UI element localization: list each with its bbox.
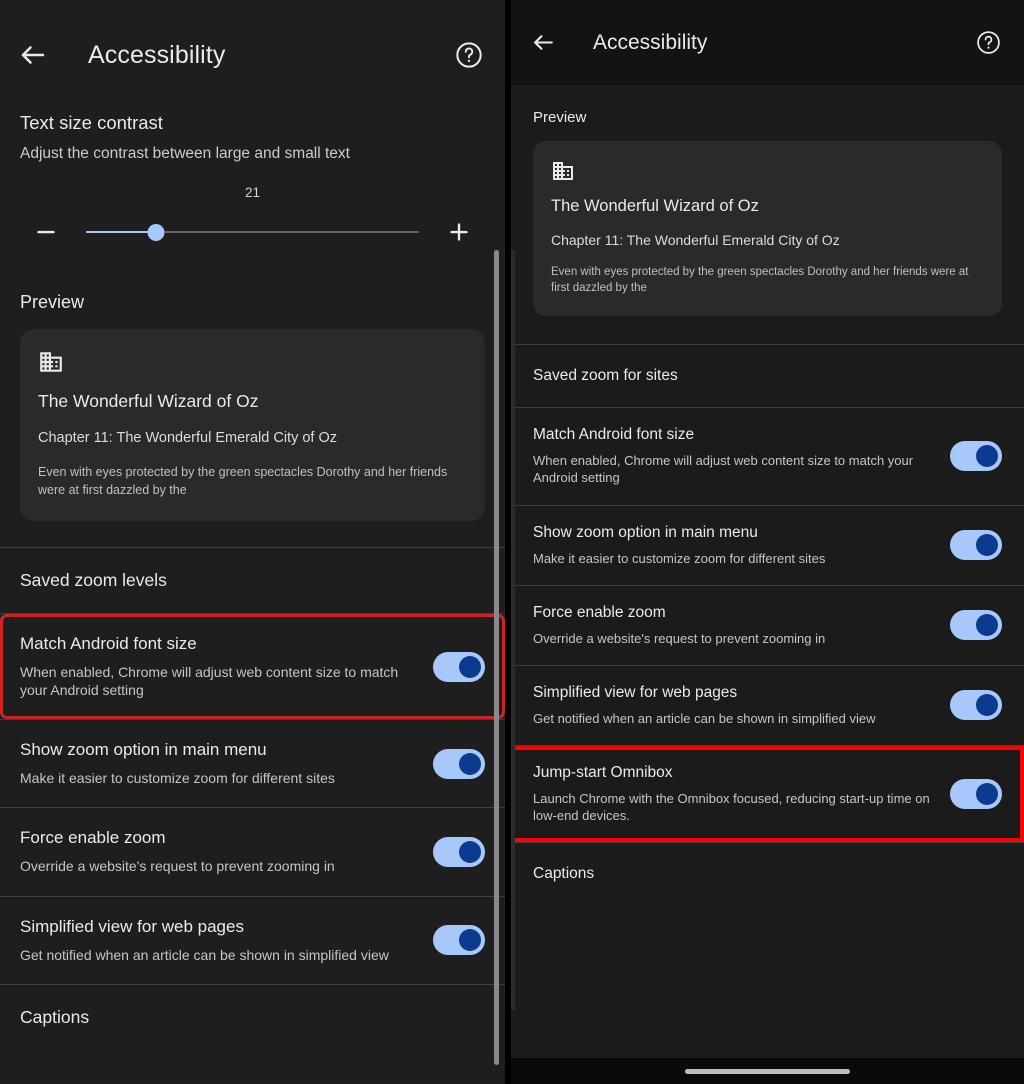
toggle-knob [976, 614, 998, 637]
page-title: Accessibility [88, 40, 226, 69]
help-circle-icon[interactable] [451, 41, 487, 69]
slider-thumb[interactable] [147, 223, 165, 241]
pref-title: Match Android font size [20, 633, 197, 653]
pref-summary: Get notified when an article can be show… [20, 946, 389, 963]
toggle-show-zoom-option[interactable] [433, 748, 485, 779]
text-size-contrast-title: Text size contrast [20, 112, 163, 133]
decrease-button[interactable] [28, 214, 64, 250]
toggle-knob [459, 655, 481, 678]
page-title: Accessibility [593, 30, 708, 54]
domain-building-icon [38, 349, 467, 375]
pref-text: Show zoom option in main menu Make it ea… [20, 740, 433, 787]
preview-card: The Wonderful Wizard of Oz Chapter 11: T… [20, 329, 485, 521]
toggle-knob [459, 752, 481, 775]
pref-row-simplified-view-for-web-pages[interactable]: Simplified view for web pages Get notifi… [0, 897, 505, 984]
pref-text: Force enable zoom Override a website's r… [533, 604, 950, 647]
preview-card-title: The Wonderful Wizard of Oz [551, 197, 759, 215]
toggle-match-android-font-size[interactable] [433, 651, 485, 682]
pref-title: Show zoom option in main menu [20, 740, 267, 760]
preview-card-body: Even with eyes protected by the green sp… [551, 266, 969, 295]
toggle-force-enable-zoom[interactable] [950, 610, 1002, 641]
help-circle-icon[interactable] [972, 30, 1004, 55]
toggle-simplified-view[interactable] [433, 925, 485, 956]
right-appbar: Accessibility [511, 0, 1024, 85]
domain-building-icon [551, 159, 984, 183]
right-panel-accessibility-settings: Accessibility Preview The Wonderful Wiza… [511, 0, 1024, 1084]
pref-text: Show zoom option in main menu Make it ea… [533, 524, 950, 567]
pref-row-simplified-view-for-web-pages[interactable]: Simplified view for web pages Get notifi… [511, 666, 1024, 745]
pref-title: Jump-start Omnibox [533, 763, 673, 781]
pref-title: Match Android font size [533, 426, 695, 444]
toggle-jump-start-omnibox[interactable] [950, 779, 1002, 810]
gesture-nav-pill[interactable] [685, 1068, 850, 1074]
toggle-knob [459, 929, 481, 952]
pref-title: Force enable zoom [20, 828, 166, 848]
captions-header: Captions [20, 1006, 90, 1027]
toggle-show-zoom-option[interactable] [950, 530, 1002, 561]
pref-row-show-zoom-option-in-main-menu[interactable]: Show zoom option in main menu Make it ea… [0, 720, 505, 807]
back-arrow-icon[interactable] [18, 40, 66, 70]
android-navigation-bar [511, 1058, 1024, 1084]
increase-button[interactable] [441, 214, 477, 250]
slider-value-label: 21 [244, 185, 261, 201]
preview-card-title: The Wonderful Wizard of Oz [38, 391, 259, 412]
toggle-force-enable-zoom[interactable] [433, 837, 485, 868]
slider-filled-track [86, 231, 156, 234]
text-size-contrast-section: Text size contrast Adjust the contrast b… [0, 110, 505, 547]
pref-text: Jump-start Omnibox Launch Chrome with th… [533, 764, 950, 824]
back-arrow-icon[interactable] [531, 30, 573, 55]
scrollbar-vertical[interactable] [494, 250, 499, 1065]
dual-screenshot-comparison: Accessibility Text size contrast Adjust … [0, 0, 1024, 1084]
pref-summary: Override a website's request to prevent … [20, 858, 335, 875]
text-size-contrast-summary: Adjust the contrast between large and sm… [20, 145, 350, 162]
pref-text: Force enable zoom Override a website's r… [20, 828, 433, 875]
pref-text: Simplified view for web pages Get notifi… [533, 684, 950, 727]
contrast-slider-row [20, 214, 485, 250]
toggle-match-android-font-size[interactable] [950, 441, 1002, 472]
pref-row-match-android-font-size[interactable]: Match Android font size When enabled, Ch… [0, 613, 505, 720]
pref-summary: When enabled, Chrome will adjust web con… [20, 663, 399, 699]
toggle-knob [976, 694, 998, 717]
pref-summary: Override a website's request to prevent … [533, 630, 826, 646]
pref-summary: Make it easier to customize zoom for dif… [533, 550, 826, 566]
saved-zoom-levels-header: Saved zoom levels [20, 569, 167, 590]
pref-text: Match Android font size When enabled, Ch… [20, 634, 433, 699]
pref-title: Show zoom option in main menu [533, 523, 758, 541]
preview-card-chapter: Chapter 11: The Wonderful Emerald City o… [38, 430, 337, 447]
pref-summary: Launch Chrome with the Omnibox focused, … [533, 790, 930, 824]
pref-text: Simplified view for web pages Get notifi… [20, 917, 433, 964]
toggle-knob [976, 534, 998, 557]
scrollbar-vertical[interactable] [511, 250, 515, 1010]
contrast-slider[interactable] [86, 220, 419, 244]
pref-row-force-enable-zoom[interactable]: Force enable zoom Override a website's r… [511, 586, 1024, 665]
toggle-simplified-view[interactable] [950, 690, 1002, 721]
saved-zoom-for-sites-header: Saved zoom for sites [533, 367, 678, 385]
toggle-knob [459, 841, 481, 864]
pref-summary: When enabled, Chrome will adjust web con… [533, 453, 914, 486]
preview-label: Preview [533, 109, 587, 126]
pref-title: Simplified view for web pages [20, 916, 244, 936]
preview-card-body: Even with eyes protected by the green sp… [38, 465, 448, 497]
preview-label: Preview [20, 292, 85, 313]
toggle-knob [976, 783, 998, 806]
left-appbar: Accessibility [0, 0, 505, 110]
left-panel-accessibility-settings: Accessibility Text size contrast Adjust … [0, 0, 505, 1084]
preview-card: The Wonderful Wizard of Oz Chapter 11: T… [533, 141, 1002, 317]
toggle-knob [976, 445, 998, 468]
pref-summary: Get notified when an article can be show… [533, 710, 876, 726]
pref-title: Simplified view for web pages [533, 683, 738, 701]
pref-text: Match Android font size When enabled, Ch… [533, 426, 950, 486]
pref-summary: Make it easier to customize zoom for dif… [20, 770, 335, 787]
pref-row-jump-start-omnibox[interactable]: Jump-start Omnibox Launch Chrome with th… [511, 745, 1024, 843]
preview-card-chapter: Chapter 11: The Wonderful Emerald City o… [551, 232, 840, 248]
pref-row-show-zoom-option-in-main-menu[interactable]: Show zoom option in main menu Make it ea… [511, 506, 1024, 585]
pref-row-match-android-font-size[interactable]: Match Android font size When enabled, Ch… [511, 408, 1024, 504]
pref-row-force-enable-zoom[interactable]: Force enable zoom Override a website's r… [0, 808, 505, 895]
captions-header: Captions [533, 865, 595, 883]
pref-title: Force enable zoom [533, 603, 666, 621]
